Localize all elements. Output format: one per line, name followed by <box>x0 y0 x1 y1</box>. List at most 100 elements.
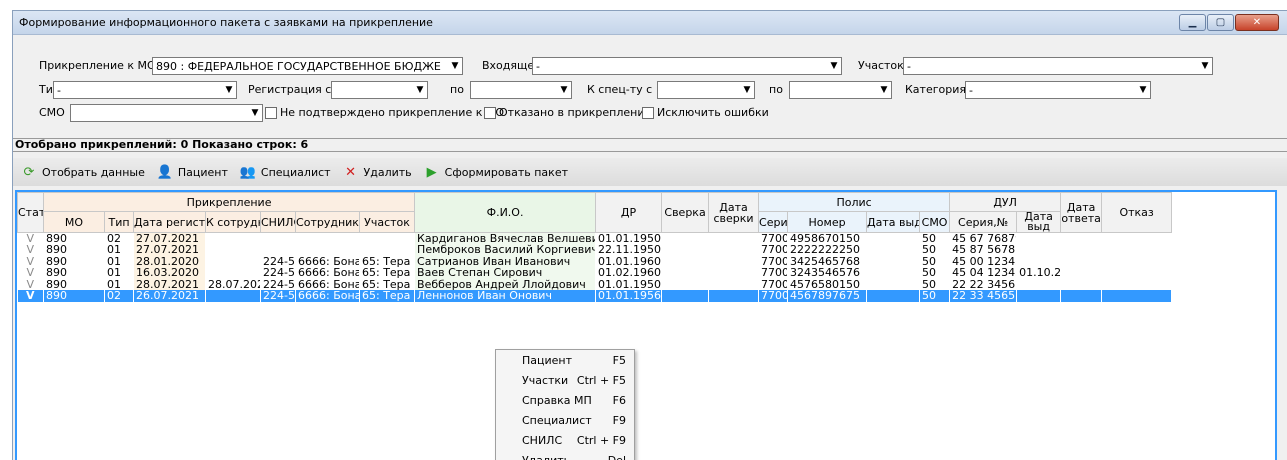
cell-otkaz[interactable] <box>1101 290 1172 302</box>
col-dr[interactable]: ДР <box>595 192 663 233</box>
table-row[interactable]: V8900226.07.2021 224-5656666: Бонамо65: Т… <box>17 290 1276 302</box>
category-combo[interactable]: - ▼ <box>965 81 1151 99</box>
table-row[interactable]: V8900128.01.2020 224-5656666: Бонамо65: Т… <box>18 255 1276 268</box>
cell-dvyd[interactable] <box>867 244 920 256</box>
cell-dul[interactable]: 45 04 123456 <box>950 267 1017 279</box>
cell-dr[interactable]: 01.02.1960 <box>596 267 662 279</box>
context-menu-item[interactable]: Пациент F5 <box>496 350 634 370</box>
cell-dotv[interactable] <box>1061 267 1102 279</box>
close-button[interactable]: ✕ <box>1235 14 1279 31</box>
cell-dvyd[interactable] <box>867 279 920 291</box>
cell-nom[interactable]: 2222222250 <box>788 244 867 256</box>
incoming-combo[interactable]: - ▼ <box>532 57 842 75</box>
cell-tip[interactable]: 01 <box>105 267 134 279</box>
cell-k-sotr[interactable] <box>206 233 261 245</box>
cell-st[interactable]: V <box>18 256 44 268</box>
cell-dotv[interactable] <box>1061 256 1102 268</box>
cell-uch[interactable] <box>360 233 415 245</box>
col-tip[interactable]: Тип <box>104 211 134 233</box>
cell-sotr[interactable] <box>296 233 360 245</box>
cell-sverka[interactable] <box>661 290 709 302</box>
cell-st[interactable]: V <box>18 279 44 291</box>
cell-ser[interactable]: 77002 <box>759 267 788 279</box>
cell-ddul[interactable] <box>1017 233 1061 245</box>
col-snils[interactable]: СНИЛС <box>260 211 296 233</box>
spec-from-date[interactable]: ▼ <box>657 81 755 99</box>
col-date-otveta[interactable]: Дата ответа <box>1060 192 1103 233</box>
uchastok-combo[interactable]: - ▼ <box>903 57 1213 75</box>
cell-dvyd[interactable] <box>867 233 920 245</box>
cell-sotr[interactable] <box>296 244 360 256</box>
col-nomer[interactable]: Номер <box>787 211 868 233</box>
cell-dul[interactable]: 45 00 123456 <box>950 256 1017 268</box>
cell-smo[interactable]: 50 <box>919 290 950 302</box>
form-package-button[interactable]: ▶ Сформировать пакет <box>424 164 568 180</box>
col-sverka[interactable]: Сверка <box>661 192 710 233</box>
cell-st[interactable]: V <box>17 290 44 302</box>
cell-smo[interactable]: 50 <box>920 267 950 279</box>
cell-nom[interactable]: 4576580150 <box>788 279 867 291</box>
table-row[interactable]: V8900128.07.202128.07.2021224-5656666: Б… <box>18 278 1276 291</box>
col-dul-seria[interactable]: Серия,№ <box>949 211 1018 233</box>
refused-checkbox[interactable]: Отказано в прикреплении <box>484 106 652 119</box>
cell-dotv[interactable] <box>1060 290 1102 302</box>
cell-date-reg[interactable]: 28.07.2021 <box>133 278 206 290</box>
cell-ddul[interactable] <box>1017 256 1061 268</box>
col-date-reg[interactable]: Дата регистр <box>133 211 206 233</box>
cell-fio[interactable]: Кардиганов Вячеслав Велшевич <box>414 232 596 244</box>
cell-sotr[interactable]: 6666: Бонамо <box>296 256 360 268</box>
cell-ddul[interactable] <box>1016 290 1061 302</box>
cell-sverka[interactable] <box>662 244 709 256</box>
cell-k-sotr[interactable] <box>205 290 261 302</box>
cell-otkaz[interactable] <box>1102 279 1172 291</box>
patient-button[interactable]: 👤 Пациент <box>157 164 228 180</box>
cell-nom[interactable]: 4567897675 <box>787 290 867 302</box>
context-menu-item[interactable]: Специалист F9 <box>496 410 634 430</box>
tip-combo[interactable]: - ▼ <box>53 81 237 99</box>
cell-dul[interactable]: 22 33 456578 <box>949 290 1017 302</box>
cell-tip[interactable]: 02 <box>104 290 134 302</box>
col-date-vyd[interactable]: Дата выд <box>866 211 921 233</box>
context-menu-item[interactable]: Справка МП F6 <box>496 390 634 410</box>
cell-dr[interactable]: 01.01.1956 <box>595 290 662 302</box>
col-stat[interactable]: Стат. <box>17 192 44 233</box>
cell-tip[interactable]: 01 <box>105 244 134 256</box>
col-seria[interactable]: Серия <box>758 211 789 233</box>
cell-otkaz[interactable] <box>1102 256 1172 268</box>
cell-dvyd[interactable] <box>866 290 920 302</box>
cell-uch[interactable] <box>360 244 415 256</box>
cell-dsv[interactable] <box>708 290 759 302</box>
attachments-grid[interactable]: Стат. Прикрепление Ф.И.О. ДР Сверка Дата… <box>15 190 1277 460</box>
cell-fio[interactable]: Леннонов Иван Онович <box>414 290 596 302</box>
cell-otkaz[interactable] <box>1102 267 1172 279</box>
col-mo[interactable]: МО <box>43 211 105 233</box>
cell-mo[interactable]: 890 <box>44 279 105 291</box>
cell-ser[interactable]: 77000 <box>759 233 788 245</box>
cell-dr[interactable]: 01.01.1950 <box>596 233 662 245</box>
context-menu-item[interactable]: Участки Ctrl + F5 <box>496 370 634 390</box>
cell-dotv[interactable] <box>1061 244 1102 256</box>
cell-mo[interactable]: 890 <box>44 267 105 279</box>
col-sotrudnik[interactable]: Сотрудник <box>295 211 360 233</box>
cell-date-reg[interactable]: 28.01.2020 <box>133 255 206 267</box>
cell-dsv[interactable] <box>709 233 759 245</box>
cell-dsv[interactable] <box>709 256 759 268</box>
specialist-button[interactable]: 👥 Специалист <box>240 164 331 180</box>
col-k-sotr[interactable]: К сотрудн. <box>205 211 261 233</box>
table-row[interactable]: V 890 02 27.07.2021 Кардиганов Вячеслав Велш… <box>18 232 1276 245</box>
cell-snils[interactable]: 224-565 <box>260 290 296 302</box>
cell-snils[interactable]: 224-565 <box>261 256 296 268</box>
cell-smo[interactable]: 50 <box>920 256 950 268</box>
cell-fio[interactable]: Сатрианов Иван Иванович <box>414 255 596 267</box>
spec-to-date[interactable]: ▼ <box>789 81 892 99</box>
maximize-button[interactable]: ▢ <box>1207 14 1234 31</box>
cell-dotv[interactable] <box>1061 233 1102 245</box>
reg-from-date[interactable]: ▼ <box>331 81 428 99</box>
cell-tip[interactable]: 01 <box>105 256 134 268</box>
cell-sverka[interactable] <box>662 233 709 245</box>
cell-st[interactable]: V <box>18 244 44 256</box>
mo-combo[interactable]: 890 : ФЕДЕРАЛЬНОЕ ГОСУДАРСТВЕННОЕ БЮДЖЕ … <box>152 57 463 75</box>
cell-ddul[interactable] <box>1017 279 1061 291</box>
cell-ser[interactable]: 77000 <box>759 279 788 291</box>
exclude-errors-checkbox[interactable]: Исключить ошибки <box>642 106 769 119</box>
